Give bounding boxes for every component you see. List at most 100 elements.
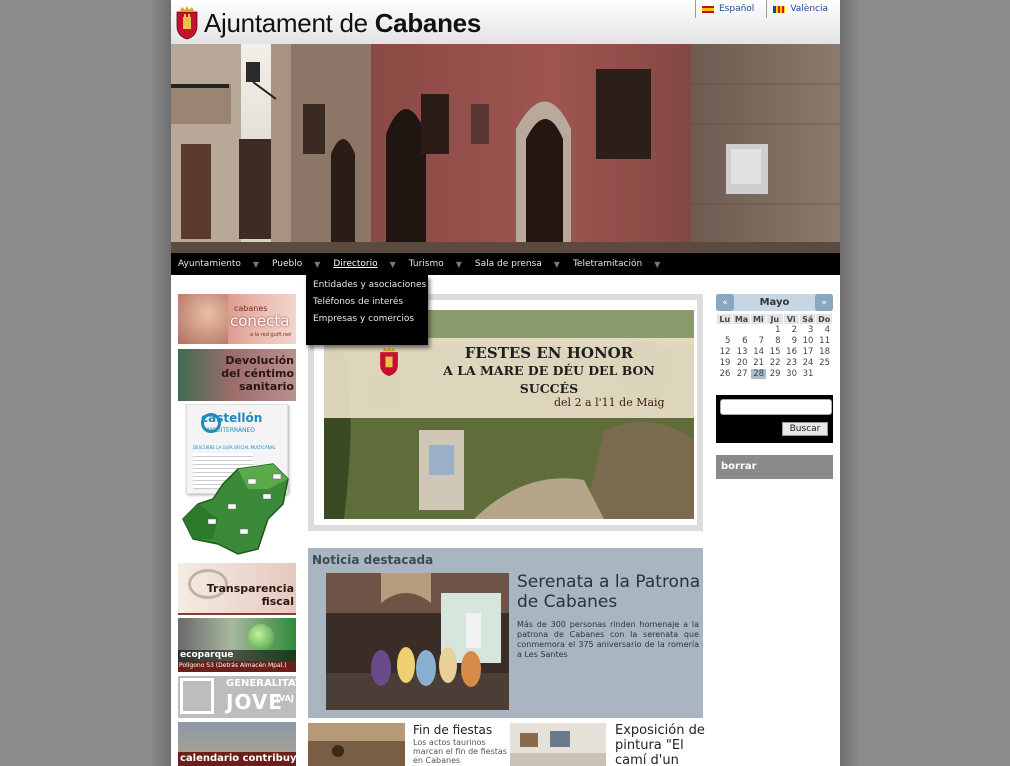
weekday-label: Ju bbox=[767, 314, 783, 324]
news-title[interactable]: Serenata a la Patrona de Cabanes bbox=[517, 572, 701, 612]
calendar-day[interactable]: 9 bbox=[784, 336, 799, 346]
news-section-heading: Noticia destacada bbox=[312, 553, 434, 567]
nav-item-pueblo[interactable]: Pueblo ▼ bbox=[265, 253, 326, 275]
promo-ivaj[interactable]: GENERALITAT JOVE IVAJ bbox=[178, 676, 296, 718]
site-title-prefix: Ajuntament de bbox=[204, 8, 375, 38]
nav-item-directorio[interactable]: Directorio ▼ bbox=[326, 253, 401, 275]
promo-castellon-mediterraneo[interactable]: castellón MEDITERRÁNEO DESCUBRE LA GUÍA … bbox=[178, 404, 296, 559]
calendar-day[interactable]: 5 bbox=[717, 336, 732, 346]
menu-item-telefonos[interactable]: Teléfonos de interés bbox=[306, 294, 428, 311]
language-link-va[interactable]: València bbox=[766, 0, 840, 18]
calendar-widget: « Mayo » Lu Ma Mi Ju Vi Sá Do 1234 56789… bbox=[716, 294, 833, 384]
calendar-day[interactable]: 11 bbox=[816, 336, 832, 346]
language-label: Español bbox=[718, 4, 755, 14]
calendar-day[interactable]: 15 bbox=[767, 347, 782, 357]
calendar-day-today[interactable]: 28 bbox=[750, 369, 767, 379]
menu-item-empresas[interactable]: Empresas y comercios bbox=[306, 311, 428, 328]
crest-logo[interactable] bbox=[175, 4, 199, 40]
nav-item-sala-de-prensa[interactable]: Sala de prensa ▼ bbox=[468, 253, 566, 275]
calendar-day[interactable]: 1 bbox=[767, 325, 782, 335]
nav-item-teletramitacion[interactable]: Teletramitación ▼ bbox=[566, 253, 666, 275]
calendar-day[interactable]: 4 bbox=[816, 325, 832, 335]
language-link-es[interactable]: Español bbox=[694, 0, 766, 18]
page-shadow-left bbox=[150, 0, 171, 766]
calendar-day[interactable]: 8 bbox=[767, 336, 782, 346]
calendar-day[interactable]: 3 bbox=[800, 325, 815, 335]
calendar-day[interactable] bbox=[816, 369, 832, 379]
calendar-next-button[interactable]: » bbox=[815, 294, 833, 311]
calendar-day[interactable]: 14 bbox=[751, 347, 766, 357]
calendar-day[interactable]: 24 bbox=[800, 358, 815, 368]
calendar-day[interactable]: 20 bbox=[733, 358, 749, 368]
poster-line1: FESTES EN HONOR bbox=[464, 344, 634, 362]
borrar-label[interactable]: borrar bbox=[721, 461, 757, 472]
calendar-month: Mayo bbox=[759, 297, 790, 308]
calendar-day[interactable]: 12 bbox=[717, 347, 732, 357]
site-title[interactable]: Ajuntament de Cabanes bbox=[204, 8, 481, 39]
promo-ecoparque-line2: Polígono S3 (Detrás Almacén Mpal.) bbox=[179, 662, 287, 669]
serenata-photo-image bbox=[326, 573, 509, 710]
mini-news-photo-1[interactable] bbox=[308, 723, 405, 766]
calendar-day[interactable] bbox=[717, 325, 732, 335]
calendar-day[interactable]: 13 bbox=[733, 347, 749, 357]
news-summary: Más de 300 personas rinden homenaje a la… bbox=[517, 620, 699, 659]
mini-news-photo-2[interactable] bbox=[510, 723, 606, 766]
calendar-day[interactable]: 29 bbox=[767, 369, 782, 379]
calendar-prev-button[interactable]: « bbox=[716, 294, 734, 311]
site-header: Ajuntament de Cabanes Español València bbox=[171, 0, 840, 44]
directorio-dropdown-menu: Entidades y asociaciones Teléfonos de in… bbox=[306, 275, 428, 345]
promo-devolucion-centimo[interactable]: Devolución del céntimo sanitario bbox=[178, 349, 296, 401]
caret-down-icon: ▼ bbox=[654, 259, 661, 269]
promo-conecta-line3: a la red guifi.net bbox=[250, 332, 292, 338]
caret-down-icon: ▼ bbox=[553, 259, 560, 269]
calendar-day[interactable]: 31 bbox=[800, 369, 815, 379]
calendar-day[interactable]: 21 bbox=[751, 358, 766, 368]
calendar-day[interactable]: 18 bbox=[816, 347, 832, 357]
promo-transparencia-fiscal[interactable]: Transparencia fiscal bbox=[178, 563, 296, 615]
calendar-day[interactable]: 2 bbox=[784, 325, 799, 335]
header-banner-photo bbox=[171, 44, 840, 253]
promo-calendario-line1: calendario contribuyente bbox=[180, 753, 296, 764]
calendar-day[interactable]: 19 bbox=[717, 358, 732, 368]
language-switcher: Español València bbox=[694, 0, 840, 20]
search-button[interactable]: Buscar bbox=[782, 422, 828, 436]
promo-calendario-contribuyente[interactable]: calendario contribuyente bbox=[178, 722, 296, 766]
promo-ecoparque[interactable]: ecoparque Polígono S3 (Detrás Almacén Mp… bbox=[178, 618, 296, 672]
nav-label: Pueblo bbox=[272, 259, 303, 269]
castellon-guide-text: DESCUBRE LA GUÍA OFICIAL MULTICANAL bbox=[193, 445, 276, 450]
promo-ivaj-line1: GENERALITAT bbox=[226, 678, 296, 689]
spain-flag-icon bbox=[701, 5, 714, 13]
calendar-day[interactable]: 27 bbox=[733, 369, 749, 379]
calendar-day[interactable] bbox=[751, 325, 766, 335]
nav-label: Turismo bbox=[408, 259, 444, 269]
mini-news-title[interactable]: Fin de fiestas bbox=[413, 723, 508, 738]
mini-news-title[interactable]: Exposición de pintura "El camí d'un bbox=[615, 723, 707, 766]
calendar-day[interactable]: 16 bbox=[784, 347, 799, 357]
news-photo[interactable] bbox=[326, 573, 509, 710]
nav-item-ayuntamiento[interactable]: Ayuntamiento ▼ bbox=[171, 253, 265, 275]
promo-conecta-line2: conecta bbox=[230, 312, 290, 330]
poster-line2: A LA MARE DE DÉU DEL BON SUCCÉS bbox=[443, 363, 655, 396]
calendar-day[interactable]: 17 bbox=[800, 347, 815, 357]
calendar-day[interactable]: 7 bbox=[751, 336, 766, 346]
exhibition-photo-image bbox=[510, 723, 606, 766]
calendar-day[interactable]: 10 bbox=[800, 336, 815, 346]
site-title-bold: Cabanes bbox=[374, 8, 482, 38]
promo-transparencia-line2: fiscal bbox=[261, 595, 294, 608]
menu-item-entidades[interactable]: Entidades y asociaciones bbox=[306, 277, 428, 294]
calendar-day[interactable]: 22 bbox=[767, 358, 782, 368]
calendar-day[interactable]: 23 bbox=[784, 358, 799, 368]
language-label: València bbox=[790, 4, 828, 14]
nav-label: Ayuntamiento bbox=[178, 259, 241, 269]
calendar-day[interactable]: 26 bbox=[717, 369, 732, 379]
caret-down-icon: ▼ bbox=[314, 259, 321, 269]
calendar-day[interactable] bbox=[733, 325, 749, 335]
calendar-day[interactable]: 25 bbox=[816, 358, 832, 368]
nav-item-turismo[interactable]: Turismo ▼ bbox=[402, 253, 468, 275]
calendar-day[interactable]: 6 bbox=[733, 336, 749, 346]
borrar-box: borrar bbox=[716, 455, 833, 479]
search-input[interactable] bbox=[720, 399, 832, 415]
calendar-day[interactable]: 30 bbox=[784, 369, 799, 379]
promo-devolucion-line2: del céntimo bbox=[221, 367, 294, 380]
promo-cabanes-conecta[interactable]: cabanes conecta a la red guifi.net bbox=[178, 294, 296, 344]
